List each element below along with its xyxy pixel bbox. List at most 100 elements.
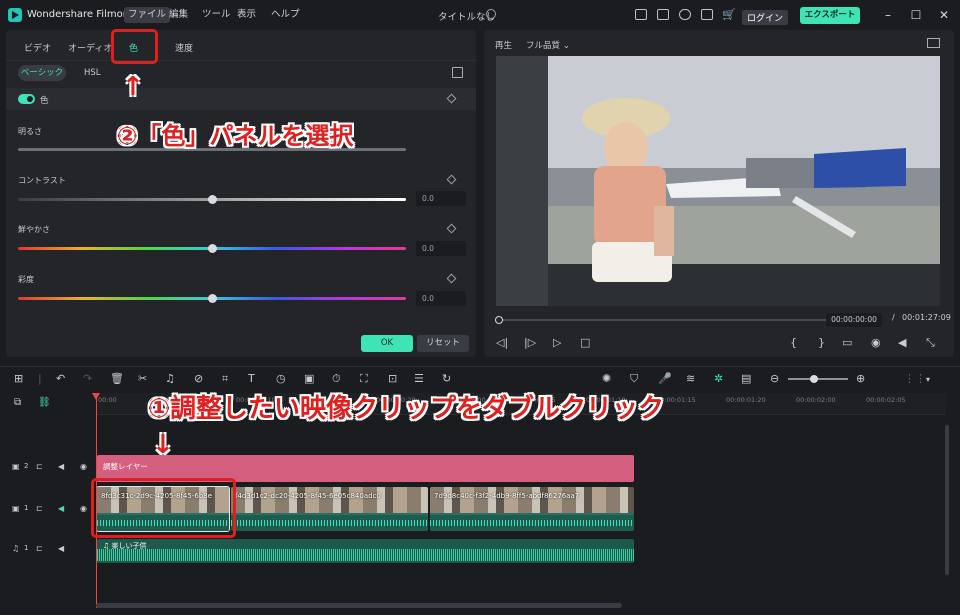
menu-help[interactable]: ヘルプ — [267, 7, 304, 23]
minimize-button[interactable]: – — [880, 7, 896, 23]
eye-icon[interactable]: ◉ — [80, 504, 87, 513]
mark-in-icon[interactable]: { — [790, 336, 797, 349]
more-icon[interactable]: ↻ — [442, 372, 451, 385]
render-icon[interactable]: ✺ — [602, 372, 611, 385]
menu-edit[interactable]: 編集 — [165, 7, 192, 23]
fit-icon[interactable]: ⛶ — [360, 372, 368, 386]
zoom-knob[interactable] — [810, 375, 818, 383]
play-icon[interactable]: ▷ — [553, 336, 561, 349]
clip-thumbnails — [430, 487, 634, 513]
vibrance-slider[interactable] — [18, 244, 406, 253]
login-button[interactable]: ログイン — [742, 10, 789, 25]
audio-clip[interactable]: ♫ 楽しい子供 — [97, 539, 634, 563]
add-track-icon[interactable]: ⧉ — [14, 397, 21, 408]
download-icon[interactable] — [701, 9, 713, 20]
video-clip[interactable]: f4d3d1c2-dc20-4205-8f45-6e05c840adc0 — [231, 487, 428, 531]
marker-icon[interactable]: ⛉ — [630, 372, 638, 386]
folder-icon[interactable]: ⊏ — [36, 544, 43, 553]
keyframe-diamond-icon[interactable] — [446, 93, 457, 104]
video-clip[interactable]: 7d9d8c40c-f3f2-4db9-8ff5-abdf86276aa7 — [430, 487, 634, 531]
quality-select[interactable]: フル品質 ⌄ — [526, 39, 570, 51]
undo-icon[interactable]: ↶ — [56, 372, 65, 385]
contrast-value[interactable]: 0.0 — [416, 191, 466, 206]
keyframe-diamond-icon[interactable] — [446, 174, 457, 185]
eye-icon[interactable]: ◉ — [80, 462, 87, 471]
voiceover-icon[interactable]: ≋ — [686, 372, 695, 385]
keyframe-diamond-icon[interactable] — [446, 273, 457, 284]
close-button[interactable]: ✕ — [936, 7, 952, 23]
save-icon[interactable] — [657, 9, 669, 20]
folder-icon[interactable]: ⊏ — [36, 504, 43, 513]
preview-scrubber[interactable] — [495, 316, 828, 324]
layout-icon[interactable]: ⊞ — [14, 372, 23, 385]
adjust-icon[interactable]: ☰ — [414, 372, 424, 385]
text-icon[interactable]: T — [248, 372, 255, 385]
snapshot-image-icon[interactable] — [927, 38, 940, 48]
delete-icon[interactable]: 🗑 — [110, 372, 124, 385]
menu-tools[interactable]: ツール — [198, 7, 235, 23]
saturation-slider[interactable] — [18, 294, 406, 303]
param-label-brightness: 明るさ — [18, 127, 42, 136]
chevron-down-icon[interactable]: ▾ — [926, 375, 930, 384]
step-back-icon[interactable]: |▷ — [524, 336, 536, 349]
mark-out-icon[interactable]: } — [818, 336, 825, 349]
volume-icon[interactable]: ◀ — [898, 336, 906, 349]
saturation-value[interactable]: 0.0 — [416, 291, 466, 306]
zoom-out-icon[interactable]: ⊖ — [770, 372, 779, 385]
zoom-in-icon[interactable]: ⊕ — [856, 372, 865, 385]
fullscreen-icon[interactable]: ⤡ — [926, 336, 935, 350]
contrast-slider[interactable] — [18, 195, 406, 204]
video-track-icon: ▣ — [12, 462, 20, 471]
speed-icon[interactable]: ◷ — [276, 372, 286, 385]
vibrance-knob[interactable] — [208, 244, 217, 253]
cut-icon[interactable]: ✂ — [138, 372, 147, 385]
link-icon[interactable]: ⛓ — [38, 397, 51, 408]
audio-icon[interactable]: ♫ — [165, 372, 175, 385]
color-toggle[interactable] — [18, 94, 35, 104]
cart-icon[interactable]: 🛒 — [722, 8, 736, 21]
snap-icon[interactable]: ✲ — [714, 372, 723, 385]
cloud-icon[interactable] — [679, 9, 691, 20]
tab-speed[interactable]: 速度 — [175, 41, 193, 54]
pip-icon[interactable]: ▤ — [741, 372, 751, 385]
stop-icon[interactable]: □ — [580, 336, 590, 349]
scrubber-knob[interactable] — [495, 316, 503, 324]
vertical-scrollbar[interactable] — [945, 425, 949, 575]
crop-icon[interactable]: ⌗ — [222, 372, 228, 386]
prev-frame-icon[interactable]: ◁| — [496, 336, 508, 349]
grip-icon[interactable]: ⋮⋮ — [904, 372, 926, 385]
horizontal-scrollbar[interactable] — [96, 603, 622, 608]
folder-icon[interactable]: ⊏ — [36, 462, 43, 471]
video-clip-name: 7d9d8c40c-f3f2-4db9-8ff5-abdf86276aa7 — [434, 492, 580, 500]
ok-button[interactable]: OK — [361, 335, 413, 352]
reset-button[interactable]: リセット — [417, 335, 469, 352]
subtab-hsl[interactable]: HSL — [84, 68, 101, 78]
save-preset-icon[interactable] — [452, 67, 463, 78]
contrast-knob[interactable] — [208, 195, 217, 204]
maximize-button[interactable]: ☐ — [908, 7, 924, 23]
zoom-slider[interactable] — [788, 375, 848, 383]
vibrance-value[interactable]: 0.0 — [416, 241, 466, 256]
camera-icon[interactable]: ◉ — [871, 336, 881, 349]
tab-video[interactable]: ビデオ — [24, 41, 51, 54]
ruler-tick: 00:00:01:20 — [726, 396, 766, 404]
keyframe-diamond-icon[interactable] — [446, 223, 457, 234]
speaker-icon[interactable]: ◀ — [58, 462, 64, 471]
tab-audio[interactable]: オーディオ — [68, 41, 112, 54]
mic-icon[interactable]: 🎤 — [658, 372, 672, 385]
mute-icon[interactable]: ◀ — [58, 504, 64, 513]
ai-icon[interactable]: ⊡ — [388, 372, 397, 385]
tag-icon[interactable]: ⊘ — [194, 372, 203, 385]
menu-file[interactable]: ファイル — [124, 7, 171, 23]
freeze-icon[interactable]: ▣ — [304, 372, 314, 385]
display-icon[interactable]: ▭ — [842, 336, 852, 349]
color-section-header: 色 — [6, 88, 476, 110]
timer-icon[interactable]: ⏱ — [332, 372, 341, 386]
saturation-knob[interactable] — [208, 294, 217, 303]
menu-view[interactable]: 表示 — [233, 7, 260, 23]
redo-icon[interactable]: ↷ — [83, 372, 92, 385]
speaker-icon[interactable]: ◀ — [58, 544, 64, 553]
subtab-basic[interactable]: ベーシック — [18, 65, 66, 81]
export-button[interactable]: エクスポート ⌄ — [800, 7, 860, 37]
monitor-icon[interactable] — [635, 9, 647, 20]
